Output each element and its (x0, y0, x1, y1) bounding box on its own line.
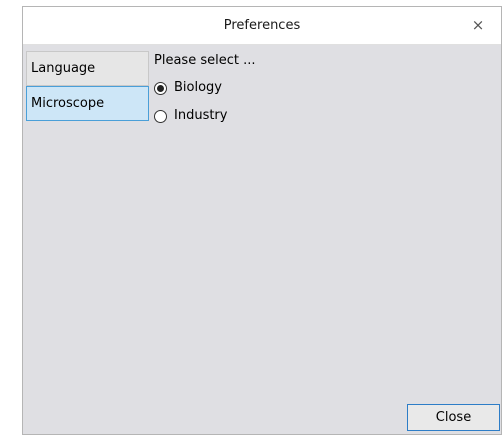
close-icon[interactable]: × (465, 7, 491, 44)
close-button[interactable]: Close (407, 404, 500, 431)
radio-button-checked[interactable] (154, 81, 167, 95)
window-title: Preferences (223, 18, 301, 33)
select-prompt: Please select ... (154, 53, 256, 68)
title-bar: Preferences × (23, 7, 501, 45)
radio-option-biology[interactable]: Biology (154, 79, 222, 97)
radio-button-unchecked[interactable] (154, 109, 167, 123)
radio-label-industry[interactable]: Industry (174, 108, 227, 124)
tab-language[interactable]: Language (26, 51, 149, 86)
radio-label-biology[interactable]: Biology (174, 80, 222, 96)
preferences-window: Preferences × Language Microscope Please… (22, 6, 502, 435)
radio-option-industry[interactable]: Industry (154, 107, 227, 125)
tab-microscope[interactable]: Microscope (26, 86, 149, 121)
